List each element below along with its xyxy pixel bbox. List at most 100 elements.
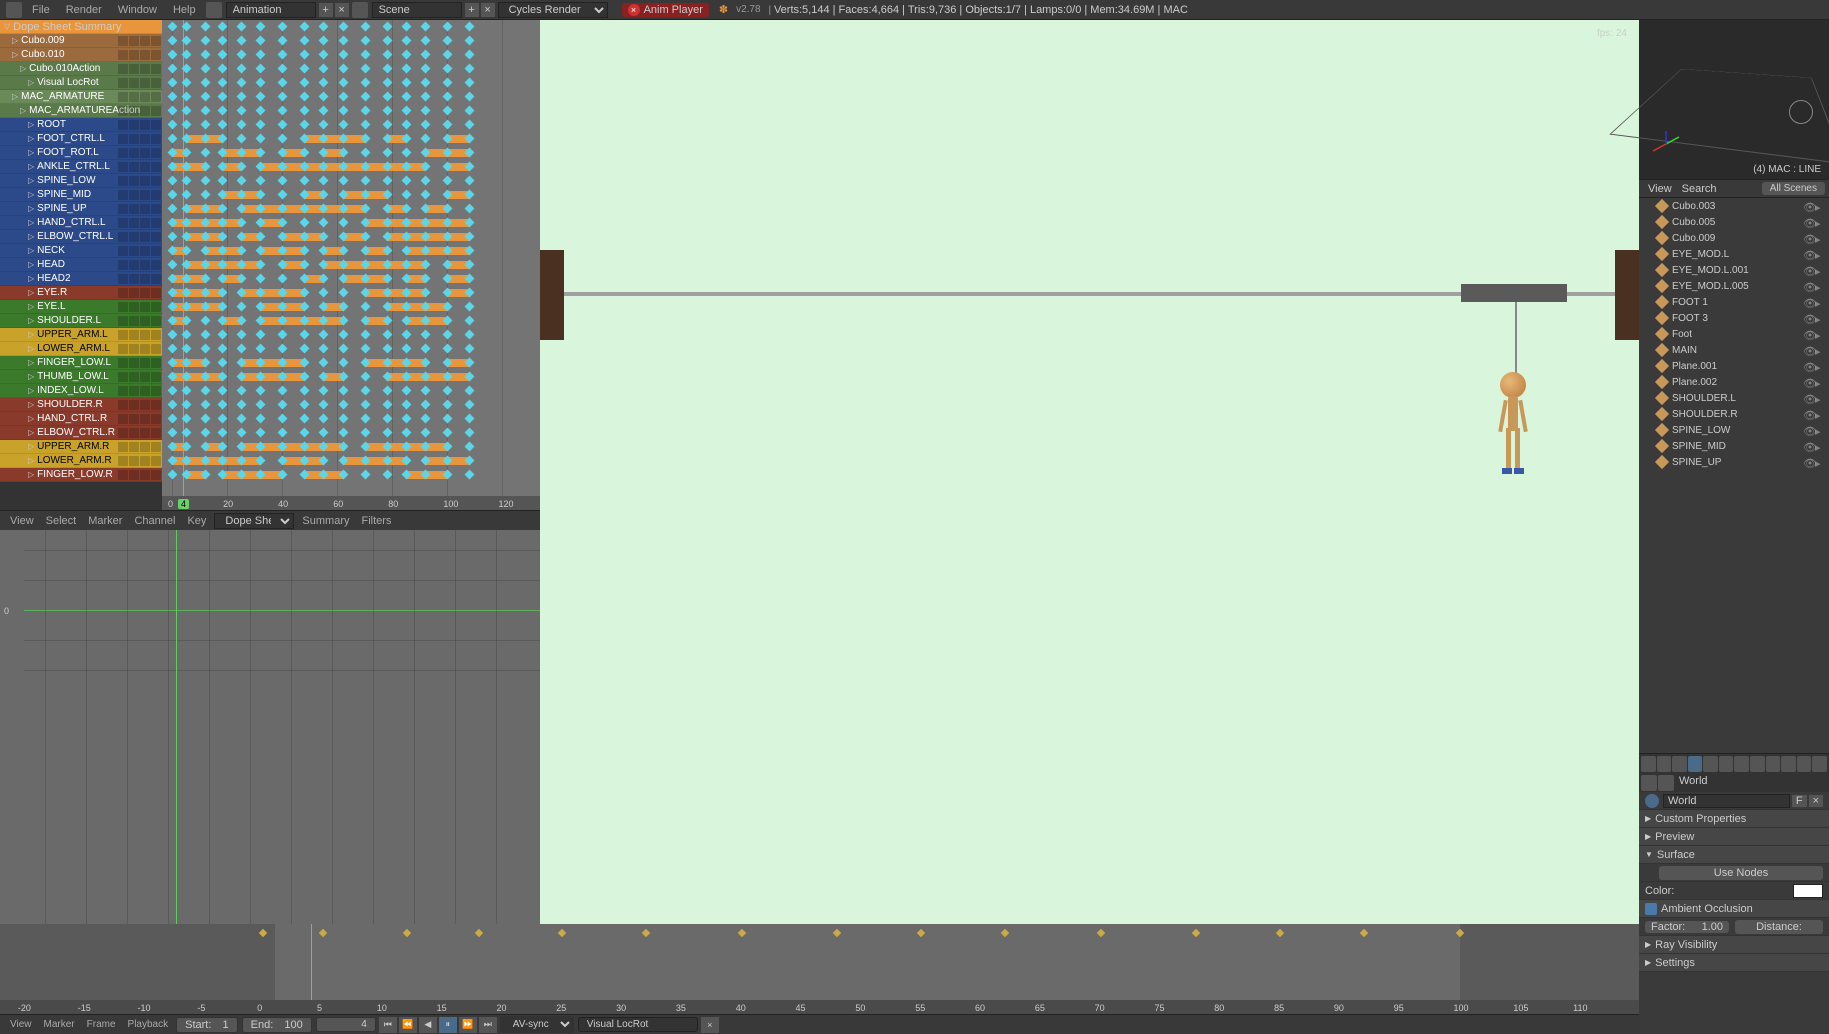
timeline-ruler[interactable]: -20-15-10-505101520253035404550556065707… xyxy=(0,1000,1639,1014)
channel-cubo-009[interactable]: ▷Cubo.009 xyxy=(0,34,162,48)
channel-hand-ctrl-r[interactable]: ▷HAND_CTRL.R xyxy=(0,412,162,426)
channel-neck[interactable]: ▷NECK xyxy=(0,244,162,258)
dope-ruler[interactable]: 020406080100120 xyxy=(162,496,540,510)
panel-custom-props[interactable]: ▶Custom Properties xyxy=(1639,810,1829,828)
dope-mode[interactable]: Dope Sheet xyxy=(214,513,294,529)
channel-mac-armatureaction[interactable]: ▷MAC_ARMATUREAction xyxy=(0,104,162,118)
channel-index-low-l[interactable]: ▷INDEX_LOW.L xyxy=(0,384,162,398)
outliner-mode[interactable]: All Scenes xyxy=(1762,182,1825,195)
jump-start-icon[interactable]: ⏮ xyxy=(379,1017,397,1033)
menu-window[interactable]: Window xyxy=(110,4,165,16)
channel-cubo-010action[interactable]: ▷Cubo.010Action xyxy=(0,62,162,76)
character-mannequin[interactable] xyxy=(1483,372,1543,492)
layout-del[interactable]: × xyxy=(335,3,349,17)
outliner-item-eye-mod-l-005[interactable]: EYE_MOD.L.005👁▸ xyxy=(1639,278,1829,294)
channel-shoulder-r[interactable]: ▷SHOULDER.R xyxy=(0,398,162,412)
mini-3d-view[interactable]: (4) MAC : LINE xyxy=(1639,20,1829,180)
current-frame-field[interactable]: 4 xyxy=(316,1017,376,1032)
tab-layers-icon[interactable] xyxy=(1657,756,1672,772)
panel-settings[interactable]: ▶Settings xyxy=(1639,954,1829,972)
channel-eye-l[interactable]: ▷EYE.L xyxy=(0,300,162,314)
outliner-search[interactable]: Search xyxy=(1677,183,1722,195)
outliner-item-eye-mod-l[interactable]: EYE_MOD.L👁▸ xyxy=(1639,246,1829,262)
channel-thumb-low-l[interactable]: ▷THUMB_LOW.L xyxy=(0,370,162,384)
dope-menu-marker[interactable]: Marker xyxy=(82,515,128,527)
channel-foot-rot-l[interactable]: ▷FOOT_ROT.L xyxy=(0,146,162,160)
world-breadcrumb[interactable]: World xyxy=(1679,775,1708,791)
datablock-fake[interactable]: F xyxy=(1792,795,1807,807)
channel-cubo-010[interactable]: ▷Cubo.010 xyxy=(0,48,162,62)
world-name-field[interactable] xyxy=(1663,794,1790,808)
menu-file[interactable]: File xyxy=(24,4,58,16)
channel-eye-r[interactable]: ▷EYE.R xyxy=(0,286,162,300)
node-icon[interactable] xyxy=(1645,866,1659,880)
outliner-item-spine-up[interactable]: SPINE_UP👁▸ xyxy=(1639,454,1829,470)
channel-head2[interactable]: ▷HEAD2 xyxy=(0,272,162,286)
outliner-item-cubo-009[interactable]: Cubo.009👁▸ xyxy=(1639,230,1829,246)
filters-label[interactable]: Filters xyxy=(355,515,397,527)
outliner-item-spine-mid[interactable]: SPINE_MID👁▸ xyxy=(1639,438,1829,454)
channel-lower-arm-l[interactable]: ▷LOWER_ARM.L xyxy=(0,342,162,356)
anim-player-button[interactable]: ×Anim Player xyxy=(622,3,709,17)
channel-upper-arm-r[interactable]: ▷UPPER_ARM.R xyxy=(0,440,162,454)
jump-end-icon[interactable]: ⏭ xyxy=(479,1017,497,1033)
channel-finger-low-r[interactable]: ▷FINGER_LOW.R xyxy=(0,468,162,482)
tab-world-icon[interactable] xyxy=(1688,756,1703,772)
datablock-del[interactable]: × xyxy=(1809,795,1823,807)
end-frame-field[interactable]: End: 100 xyxy=(242,1017,312,1033)
scene-icon[interactable] xyxy=(352,2,368,18)
channel-foot-ctrl-l[interactable]: ▷FOOT_CTRL.L xyxy=(0,132,162,146)
channel-elbow-ctrl-l[interactable]: ▷ELBOW_CTRL.L xyxy=(0,230,162,244)
keyframe-prev-icon[interactable]: ⏪ xyxy=(399,1017,417,1033)
menu-render[interactable]: Render xyxy=(58,4,110,16)
color-swatch[interactable] xyxy=(1793,884,1823,898)
channel-mac-armature[interactable]: ▷MAC_ARMATURE xyxy=(0,90,162,104)
channel-ankle-ctrl-l[interactable]: ▷ANKLE_CTRL.L xyxy=(0,160,162,174)
tab-object-icon[interactable] xyxy=(1703,756,1718,772)
layout-add[interactable]: + xyxy=(319,3,333,17)
outliner-item-cubo-005[interactable]: Cubo.005👁▸ xyxy=(1639,214,1829,230)
nav-widget-icon[interactable] xyxy=(1789,100,1813,124)
outliner-item-plane-001[interactable]: Plane.001👁▸ xyxy=(1639,358,1829,374)
channel-shoulder-l[interactable]: ▷SHOULDER.L xyxy=(0,314,162,328)
play-reverse-icon[interactable]: ◀ xyxy=(419,1017,437,1033)
tl-menu-marker[interactable]: Marker xyxy=(38,1019,81,1030)
outliner-item-main[interactable]: MAIN👁▸ xyxy=(1639,342,1829,358)
keyframe-next-icon[interactable]: ⏩ xyxy=(459,1017,477,1033)
timeline-area[interactable]: -20-15-10-505101520253035404550556065707… xyxy=(0,924,1639,1014)
tab-data-icon[interactable] xyxy=(1750,756,1765,772)
outliner-item-spine-low[interactable]: SPINE_LOW👁▸ xyxy=(1639,422,1829,438)
channel-spine-up[interactable]: ▷SPINE_UP xyxy=(0,202,162,216)
outliner-item-cubo-003[interactable]: Cubo.003👁▸ xyxy=(1639,198,1829,214)
pin-icon[interactable] xyxy=(1641,775,1657,791)
channel-visual-locrot[interactable]: ▷Visual LocRot xyxy=(0,76,162,90)
menu-help[interactable]: Help xyxy=(165,4,204,16)
tab-material-icon[interactable] xyxy=(1766,756,1781,772)
outliner-item-foot-3[interactable]: FOOT 3👁▸ xyxy=(1639,310,1829,326)
keying-set-field[interactable] xyxy=(578,1017,698,1032)
use-nodes-button[interactable]: Use Nodes xyxy=(1659,866,1823,880)
tab-render-icon[interactable] xyxy=(1641,756,1656,772)
scene-del[interactable]: × xyxy=(481,3,495,17)
channel-lower-arm-r[interactable]: ▷LOWER_ARM.R xyxy=(0,454,162,468)
layout-field[interactable] xyxy=(226,2,316,18)
dope-key-area[interactable]: 020406080100120 4 xyxy=(162,20,540,510)
channel-upper-arm-l[interactable]: ▷UPPER_ARM.L xyxy=(0,328,162,342)
outliner-view[interactable]: View xyxy=(1643,183,1677,195)
pause-icon[interactable]: ⏸ xyxy=(439,1017,457,1033)
channel-head[interactable]: ▷HEAD xyxy=(0,258,162,272)
panel-ray[interactable]: ▶Ray Visibility xyxy=(1639,936,1829,954)
tab-texture-icon[interactable] xyxy=(1781,756,1796,772)
layout-icon[interactable] xyxy=(206,2,222,18)
channel-spine-mid[interactable]: ▷SPINE_MID xyxy=(0,188,162,202)
channel-summary[interactable]: ▽Dope Sheet Summary xyxy=(0,20,162,34)
channel-hand-ctrl-l[interactable]: ▷HAND_CTRL.L xyxy=(0,216,162,230)
outliner-item-plane-002[interactable]: Plane.002👁▸ xyxy=(1639,374,1829,390)
distance-field[interactable]: Distance: xyxy=(1735,920,1823,934)
sync-mode[interactable]: AV-sync xyxy=(500,1016,574,1033)
tab-modifiers-icon[interactable] xyxy=(1734,756,1749,772)
tab-particles-icon[interactable] xyxy=(1797,756,1812,772)
outliner-item-shoulder-r[interactable]: SHOULDER.R👁▸ xyxy=(1639,406,1829,422)
factor-value[interactable]: 1.00 xyxy=(1702,921,1723,933)
blender-icon[interactable] xyxy=(6,2,22,18)
